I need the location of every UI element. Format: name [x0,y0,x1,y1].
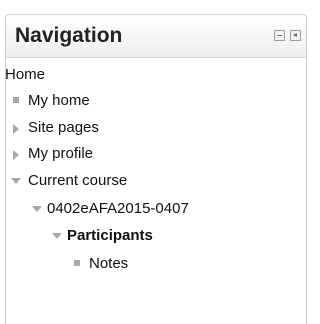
bullet-icon [13,97,19,103]
nav-item-site-pages[interactable]: Site pages [28,119,99,137]
dock-block-icon[interactable] [290,30,301,41]
nav-item-home[interactable]: Home [5,66,45,84]
collapse-arrow-icon[interactable] [52,233,62,239]
nav-item-my-home[interactable]: My home [28,92,90,110]
nav-item-my-profile[interactable]: My profile [28,145,93,163]
block-header: Navigation [6,15,306,58]
block-title: Navigation [15,24,123,47]
nav-item-current-course[interactable]: Current course [28,172,127,190]
expand-arrow-icon[interactable] [13,150,19,160]
collapse-arrow-icon[interactable] [32,206,42,212]
expand-arrow-icon[interactable] [13,124,19,134]
collapse-arrow-icon[interactable] [11,178,21,184]
bullet-icon [74,260,80,266]
navigation-block: Navigation [5,14,307,324]
nav-item-participants[interactable]: Participants [67,227,153,245]
hide-block-icon[interactable] [274,30,285,41]
nav-item-notes[interactable]: Notes [89,255,128,273]
nav-item-course[interactable]: 0402eAFA2015-0407 [47,200,189,218]
